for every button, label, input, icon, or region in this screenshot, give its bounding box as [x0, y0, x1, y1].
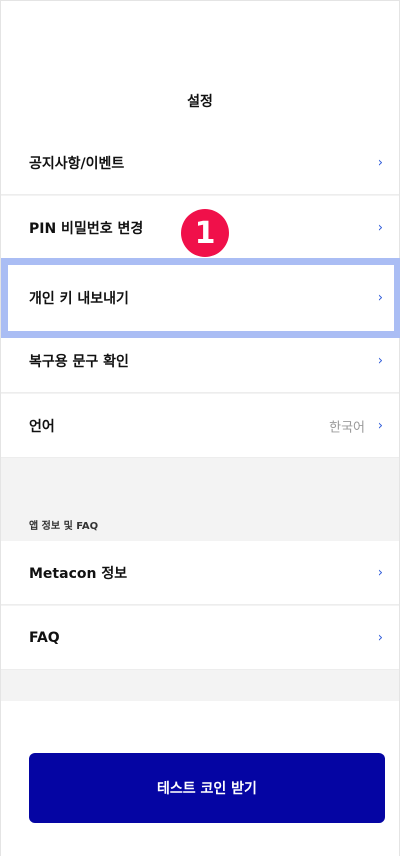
settings-item-language[interactable]: 언어 한국어 › — [1, 394, 399, 458]
chevron-right-icon: › — [377, 155, 383, 170]
settings-item-label: 공지사항/이벤트 — [29, 155, 125, 172]
settings-item-label: 언어 — [29, 418, 55, 435]
settings-item-label: Metacon 정보 — [29, 565, 128, 582]
settings-item-notice-events[interactable]: 공지사항/이벤트 › — [1, 131, 399, 195]
section-label-app-info: 앱 정보 및 FAQ — [29, 521, 99, 532]
get-test-coin-button[interactable]: 테스트 코인 받기 — [29, 753, 385, 823]
chevron-right-icon: › — [377, 220, 383, 235]
settings-item-label: 개인 키 내보내기 — [29, 290, 129, 307]
settings-item-label: PIN 비밀번호 변경 — [29, 220, 144, 237]
settings-item-about-metacon[interactable]: Metacon 정보 › — [1, 541, 399, 605]
settings-item-faq[interactable]: FAQ › — [1, 606, 399, 670]
chevron-right-icon: › — [377, 630, 383, 645]
chevron-right-icon: › — [377, 353, 383, 368]
settings-screen: 설정 공지사항/이벤트 › PIN 비밀번호 변경 › 개인 키 내보내기 › … — [0, 0, 400, 856]
header: 설정 — [1, 1, 399, 131]
chevron-right-icon: › — [377, 565, 383, 580]
bottom-action-area: 테스트 코인 받기 — [1, 701, 399, 856]
settings-item-recovery-phrase[interactable]: 복구용 문구 확인 › — [1, 329, 399, 393]
chevron-right-icon: › — [377, 290, 383, 305]
step-number-badge: 1 — [181, 209, 229, 257]
settings-item-export-private-key[interactable]: 개인 키 내보내기 › — [1, 263, 399, 333]
settings-item-label: FAQ — [29, 629, 60, 646]
language-value: 한국어 — [329, 420, 365, 435]
chevron-right-icon: › — [377, 418, 383, 433]
page-title: 설정 — [187, 94, 213, 110]
settings-item-label: 복구용 문구 확인 — [29, 353, 129, 370]
